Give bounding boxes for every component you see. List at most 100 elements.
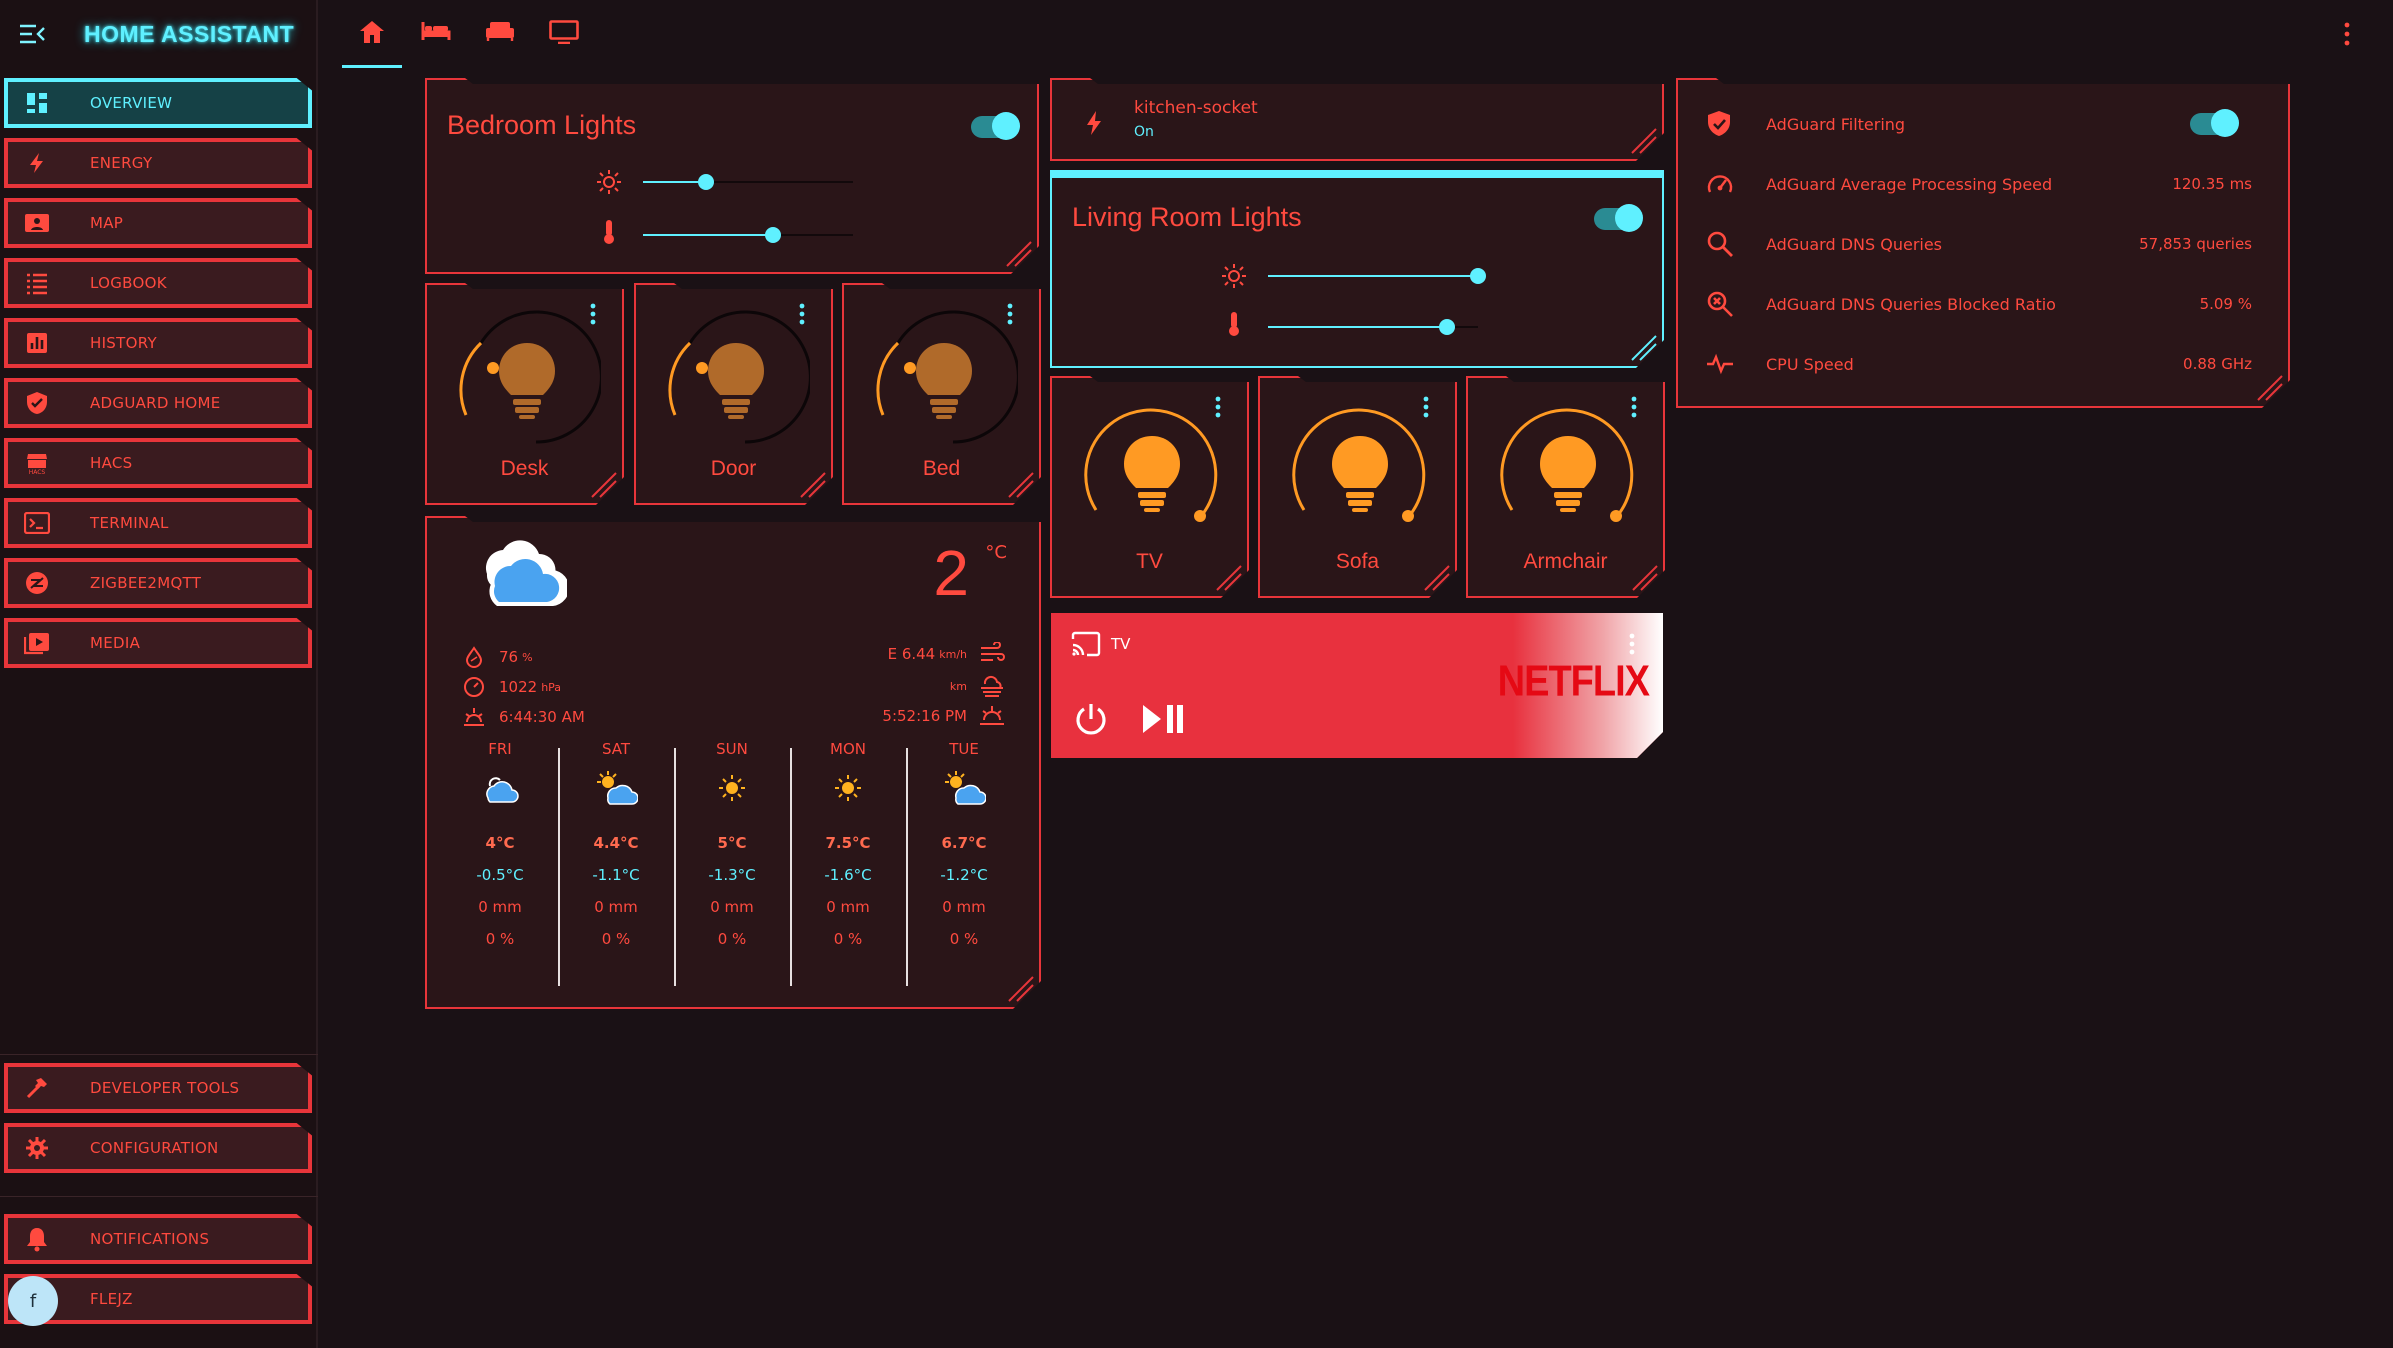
lightning-icon [1084,110,1104,136]
sidebar-item-terminal[interactable]: TERMINAL [4,498,312,548]
sidebar-item-label: ADGUARD HOME [90,394,221,412]
sidebar-item-hacs[interactable]: HACS HACS [4,438,312,488]
sidebar-item-label: HACS [90,454,133,472]
sunrise-icon [463,706,485,728]
sidebar-item-adguard[interactable]: ADGUARD HOME [4,378,312,428]
light-card-door[interactable]: Door [634,283,833,505]
living-color-temp-slider[interactable] [1268,326,1478,328]
living-room-lights-toggle[interactable] [1594,208,1640,230]
light-card-desk[interactable]: Desk [425,283,624,505]
tab-bedroom[interactable] [406,12,466,68]
brightness-icon [1220,262,1248,290]
overview-icon [24,90,50,116]
search-blocked-icon [1707,291,1733,317]
sidebar-item-configuration[interactable]: CONFIGURATION [4,1123,312,1173]
forecast-low: -0.5°C [476,866,524,884]
sidebar-item-history[interactable]: HISTORY [4,318,312,368]
sidebar-item-overview[interactable]: OVERVIEW [4,78,312,128]
sidebar-item-developer-tools[interactable]: DEVELOPER TOOLS [4,1063,312,1113]
sidebar-divider [0,1196,318,1197]
media-player-card[interactable]: NETFLIX TV [1051,613,1663,758]
adguard-row-label: AdGuard DNS Queries [1766,234,1943,254]
sidebar-item-label: OVERVIEW [90,94,173,112]
card-title: Bedroom Lights [447,110,637,140]
pulse-icon [1707,353,1733,375]
forecast-low: -1.1°C [592,866,640,884]
cloud-icon [486,777,519,803]
sunset-row: 5:52:16 PM [882,704,1005,728]
sidebar-item-notifications[interactable]: NOTIFICATIONS [4,1214,312,1264]
speedometer-icon [1707,175,1733,193]
socket-name: kitchen-socket [1134,98,1258,118]
sidebar-item-logbook[interactable]: LOGBOOK [4,258,312,308]
bulb-icon [1120,434,1184,514]
home-icon [360,21,384,43]
adguard-filtering-row[interactable]: AdGuard Filtering [1676,104,2272,144]
sidebar-item-label: TERMINAL [90,514,169,532]
sidebar-item-media[interactable]: MEDIA [4,618,312,668]
more-options-icon[interactable] [799,303,805,325]
forecast-precipitation-probability: 0 % [949,930,979,948]
light-card-tv[interactable]: TV [1050,376,1249,598]
wind-unit: km/h [939,647,967,661]
media-player-name: TV [1111,635,1131,653]
menu-toggle-icon[interactable] [20,24,46,44]
sidebar-divider [0,1054,318,1055]
corner-accent [1421,562,1451,592]
adguard-row: AdGuard Average Processing Speed 120.35 … [1676,164,2272,204]
map-icon [24,210,50,236]
bulb-icon [1328,434,1392,514]
avatar[interactable]: f [8,1276,58,1326]
forecast-day: SAT 4.4°C -1.1°C 0 mm 0 % [558,740,674,948]
more-options-icon[interactable] [590,303,596,325]
adguard-row-value: 0.88 GHz [2183,355,2252,373]
sunrise-time: 6:44:30 AM [499,708,585,726]
forecast-high: 5°C [717,834,747,852]
more-options-icon[interactable] [1007,303,1013,325]
more-options-icon[interactable] [1631,396,1637,418]
adguard-filtering-toggle[interactable] [2190,109,2239,137]
bedroom-brightness-slider[interactable] [643,181,853,183]
bulb-icon [495,341,559,421]
pressure-unit: hPa [541,680,562,694]
svg-text:HACS: HACS [29,469,46,475]
more-options-icon[interactable] [1629,633,1635,655]
play-pause-icon[interactable] [1141,703,1185,735]
sidebar-item-map[interactable]: MAP [4,198,312,248]
forecast-day-label: SAT [601,740,631,758]
light-card-armchair[interactable]: Armchair [1466,376,1665,598]
tab-living-room[interactable] [470,12,530,68]
sidebar-item-energy[interactable]: ENERGY [4,138,312,188]
more-options-icon[interactable] [1423,396,1429,418]
light-card-bed[interactable]: Bed [842,283,1041,505]
tab-home[interactable] [342,12,402,68]
top-bar [320,0,2393,68]
partly-cloudy-icon [597,771,638,805]
more-options-icon[interactable] [2343,22,2351,46]
adguard-row: CPU Speed 0.88 GHz [1676,344,2272,384]
tab-tv[interactable] [534,12,594,68]
forecast-low: -1.6°C [824,866,872,884]
bedroom-lights-toggle[interactable] [971,116,1017,138]
card-title: Living Room Lights [1072,202,1302,232]
sidebar-item-label: MAP [90,214,124,232]
kitchen-socket-card[interactable]: kitchen-socket On [1050,78,1664,161]
app-title: HOME ASSISTANT [84,20,295,47]
adguard-row-label: CPU Speed [1766,354,1854,374]
forecast-precipitation: 0 mm [942,898,986,916]
living-brightness-slider[interactable] [1268,275,1478,277]
logbook-icon [24,270,50,296]
sofa-icon [486,22,514,41]
more-options-icon[interactable] [1215,396,1221,418]
terminal-icon [24,510,50,536]
adguard-row: AdGuard DNS Queries Blocked Ratio 5.09 % [1676,284,2272,324]
card-top-accent [1052,172,1662,178]
bedroom-lights-card: Bedroom Lights [425,78,1039,274]
corner-accent [1213,562,1243,592]
adguard-row-value: 5.09 % [2199,295,2252,313]
power-icon[interactable] [1073,701,1109,737]
light-card-sofa[interactable]: Sofa [1258,376,1457,598]
bedroom-color-temp-slider[interactable] [643,234,853,236]
sidebar-item-zigbee2mqtt[interactable]: ZIGBEE2MQTT [4,558,312,608]
living-room-lights-card: Living Room Lights [1050,170,1664,368]
